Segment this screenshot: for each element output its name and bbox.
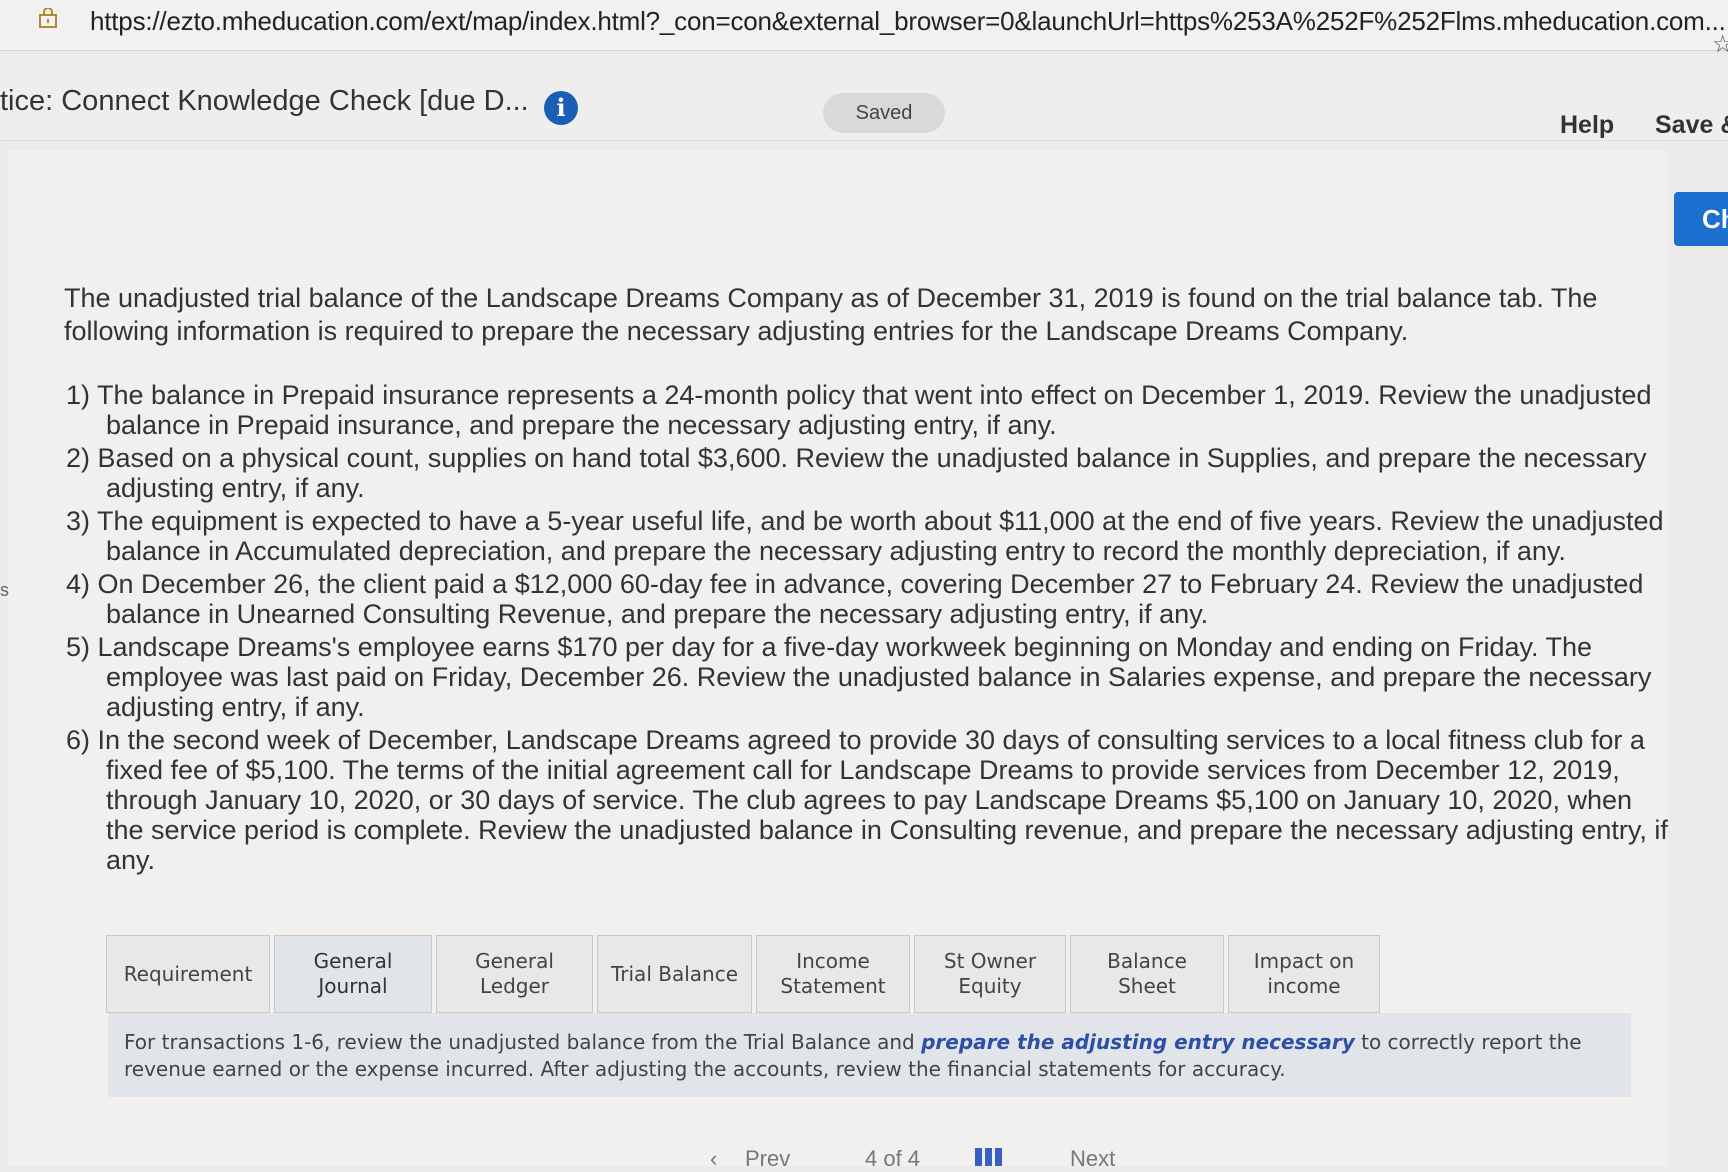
tab-label: Trial Balance	[611, 961, 738, 986]
browser-address-bar[interactable]: https://ezto.mheducation.com/ext/map/ind…	[0, 0, 1728, 58]
tab-label: St Owner Equity	[943, 949, 1037, 998]
tab-label: General Journal	[313, 949, 393, 998]
tab-balance-sheet[interactable]: Balance Sheet	[1070, 935, 1224, 1013]
tab-label: Income Statement	[780, 949, 886, 998]
chevron-left-icon[interactable]: ‹	[710, 1146, 717, 1172]
saved-status-badge: Saved	[823, 93, 945, 133]
lock-icon	[39, 8, 57, 28]
requirements-list: 1) The balance in Prepaid insurance repr…	[66, 380, 1676, 878]
tab-impact-on-income[interactable]: Impact on income	[1228, 935, 1380, 1013]
page-position: 4 of 4	[865, 1146, 921, 1171]
side-letter: s	[0, 580, 9, 600]
info-icon[interactable]: i	[544, 91, 578, 125]
list-item: 1) The balance in Prepaid insurance repr…	[66, 380, 1652, 440]
tab-label: Impact on income	[1253, 949, 1355, 998]
tab-owner-equity[interactable]: St Owner Equity	[914, 935, 1066, 1013]
list-item: 2) Based on a physical count, supplies o…	[66, 443, 1647, 503]
tab-label: Requirement	[123, 961, 253, 986]
page-title: tice: Connect Knowledge Check [due D...	[0, 85, 529, 117]
list-item: 4) On December 26, the client paid a $12…	[66, 569, 1644, 629]
save-exit-button[interactable]: Save &	[1655, 111, 1728, 140]
emphasis-text: prepare the adjusting entry necessary	[921, 1030, 1355, 1054]
tab-bar: Requirement General Journal General Ledger…	[106, 935, 1384, 1013]
url-text[interactable]: https://ezto.mheducation.com/ext/map/ind…	[90, 6, 1726, 37]
list-item: 3) The equipment is expected to have a 5…	[66, 506, 1664, 566]
tab-general-journal[interactable]: General Journal	[274, 935, 432, 1013]
tab-general-ledger[interactable]: General Ledger	[436, 935, 593, 1013]
tab-label: Balance Sheet	[1107, 949, 1187, 998]
list-item: 6) In the second week of December, Lands…	[66, 725, 1668, 875]
help-button[interactable]: Help	[1560, 111, 1614, 140]
check-my-work-button[interactable]: Ch	[1674, 192, 1728, 246]
next-button[interactable]: Next	[1070, 1146, 1115, 1172]
list-item: 5) Landscape Dreams's employee earns $17…	[66, 632, 1652, 722]
tab-trial-balance[interactable]: Trial Balance	[597, 935, 752, 1013]
tab-requirement[interactable]: Requirement	[106, 935, 270, 1013]
tab-instructions: For transactions 1-6, review the unadjus…	[108, 1013, 1631, 1097]
tab-label: General Ledger	[475, 949, 554, 998]
prev-button[interactable]: Prev	[745, 1146, 790, 1172]
tab-income-statement[interactable]: Income Statement	[756, 935, 910, 1013]
assignment-header: tice: Connect Knowledge Check [due D... …	[0, 55, 1728, 141]
grid-icon[interactable]	[975, 1148, 1003, 1166]
question-intro: The unadjusted trial balance of the Land…	[64, 283, 1598, 346]
